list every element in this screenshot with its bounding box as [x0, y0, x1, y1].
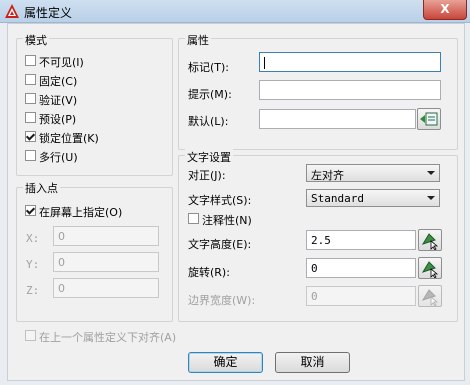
annotative-label[interactable]: 注释性(N) — [202, 212, 252, 228]
specify-on-screen-label[interactable]: 在屏幕上指定(O) — [39, 204, 122, 220]
multiline-checkbox[interactable] — [25, 150, 36, 161]
constant-label[interactable]: 固定(C) — [39, 73, 77, 89]
constant-checkbox[interactable] — [25, 74, 36, 85]
pick-point-icon — [421, 289, 439, 307]
multiline-label[interactable]: 多行(U) — [39, 149, 78, 165]
verify-label[interactable]: 验证(V) — [39, 92, 77, 108]
text-style-value: Standard — [311, 192, 364, 205]
invisible-label[interactable]: 不可见(I) — [39, 54, 84, 70]
align-below-label[interactable]: 在上一个属性定义下对齐(A) — [39, 329, 176, 345]
title-bar: 属性定义 X — [0, 0, 470, 23]
tag-field[interactable] — [259, 52, 441, 72]
text-style-label: 文字样式(S): — [188, 194, 252, 207]
chevron-down-icon — [427, 196, 435, 200]
pick-point-icon — [421, 261, 439, 279]
prompt-field[interactable] — [259, 80, 441, 100]
invisible-checkbox[interactable] — [25, 55, 36, 66]
specify-on-screen-checkbox[interactable] — [25, 205, 36, 216]
annotative-checkbox[interactable] — [188, 213, 199, 224]
preset-label[interactable]: 预设(P) — [39, 111, 76, 127]
insertion-point-group-title: 插入点 — [23, 180, 60, 196]
justify-value: 左对齐 — [311, 169, 344, 182]
z-label: Z: — [26, 284, 40, 297]
x-label: X: — [26, 232, 40, 245]
align-below-checkbox[interactable] — [25, 330, 36, 341]
y-label: Y: — [26, 258, 40, 271]
lock-position-label[interactable]: 锁定位置(K) — [39, 130, 99, 146]
cancel-button[interactable]: 取消 — [275, 352, 350, 373]
dialog-body: 模式 不可见(I) 固定(C) 验证(V) 预设(P) 锁定位置(K) 多行(U… — [7, 23, 465, 381]
lock-position-checkbox[interactable] — [25, 131, 36, 142]
autocad-logo-icon — [5, 4, 19, 18]
insert-field-button[interactable] — [417, 108, 441, 130]
insert-field-icon — [420, 112, 438, 126]
text-height-field[interactable]: 2.5 — [306, 230, 416, 250]
chevron-down-icon — [427, 171, 435, 175]
ok-button[interactable]: 确定 — [188, 352, 263, 373]
attribute-group-title: 属性 — [185, 32, 211, 48]
rotation-label: 旋转(R): — [188, 266, 230, 279]
text-caret — [264, 57, 265, 69]
prompt-label: 提示(M): — [188, 88, 232, 101]
window-title: 属性定义 — [24, 6, 73, 20]
y-field[interactable]: 0 — [53, 252, 159, 272]
text-height-label: 文字高度(E): — [188, 238, 252, 251]
default-label: 默认(L): — [188, 115, 229, 128]
boundary-width-field[interactable]: 0 — [306, 286, 416, 306]
mode-group-title: 模式 — [23, 32, 49, 48]
justify-dropdown[interactable]: 左对齐 — [306, 164, 440, 182]
rotation-field[interactable]: 0 — [306, 258, 416, 278]
pick-height-button[interactable] — [418, 229, 442, 251]
preset-checkbox[interactable] — [25, 112, 36, 123]
z-field[interactable]: 0 — [53, 278, 159, 298]
text-settings-group-title: 文字设置 — [185, 149, 233, 165]
pick-width-button[interactable] — [418, 285, 442, 307]
default-field[interactable] — [259, 109, 416, 129]
x-field[interactable]: 0 — [53, 226, 159, 246]
pick-point-icon — [421, 233, 439, 251]
pick-rotation-button[interactable] — [418, 257, 442, 279]
verify-checkbox[interactable] — [25, 93, 36, 104]
text-style-dropdown[interactable]: Standard — [306, 189, 440, 207]
close-button[interactable]: X — [423, 0, 467, 20]
justify-label: 对正(J): — [188, 169, 226, 182]
tag-label: 标记(T): — [188, 61, 230, 74]
boundary-width-label: 边界宽度(W): — [188, 294, 256, 307]
